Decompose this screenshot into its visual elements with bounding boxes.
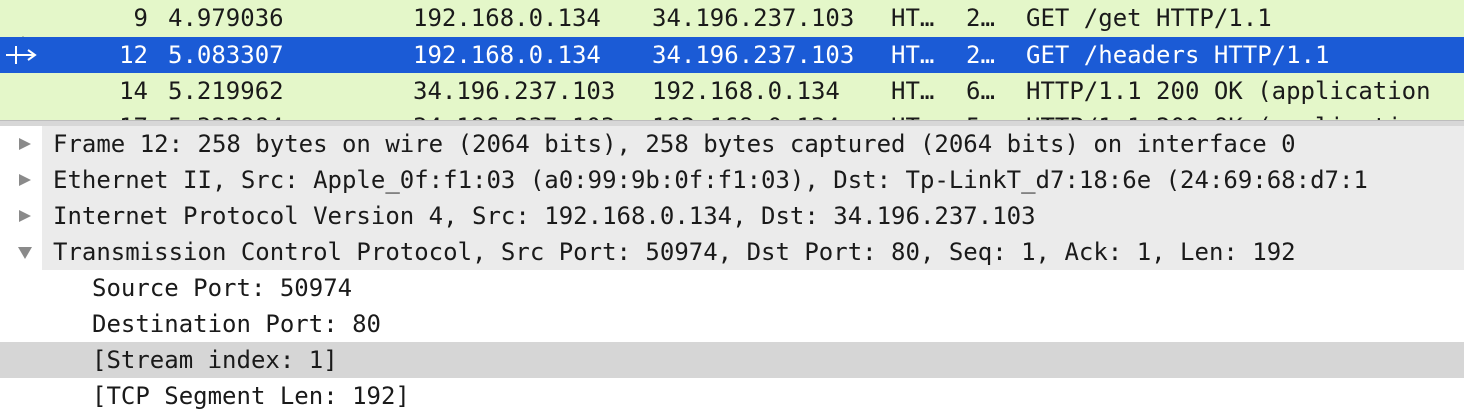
packet-no: 9 bbox=[133, 4, 148, 32]
packet-destination: 192.168.0.134 bbox=[652, 77, 840, 105]
triangle-right-icon[interactable] bbox=[14, 126, 36, 162]
triangle-right-icon[interactable] bbox=[14, 162, 36, 198]
tree-item-tcp[interactable]: Transmission Control Protocol, Src Port:… bbox=[0, 234, 1464, 270]
tree-item-ethernet[interactable]: Ethernet II, Src: Apple_0f:f1:03 (a0:99:… bbox=[0, 162, 1464, 198]
packet-row-selected[interactable]: 12 5.083307 192.168.0.134 34.196.237.103… bbox=[0, 37, 1464, 73]
packet-destination: 192.168.0.134 bbox=[652, 109, 888, 120]
tree-item-label: Transmission Control Protocol, Src Port:… bbox=[53, 238, 1296, 266]
tree-item-stream-index[interactable]: [Stream index: 1] bbox=[0, 342, 1464, 378]
packet-no: 12 bbox=[119, 41, 148, 69]
packet-length: 6… bbox=[966, 77, 995, 105]
tree-item-label: Frame 12: 258 bytes on wire (2064 bits),… bbox=[53, 130, 1296, 158]
triangle-down-icon[interactable] bbox=[14, 234, 36, 270]
packet-details-tree[interactable]: Frame 12: 258 bytes on wire (2064 bits),… bbox=[0, 126, 1464, 414]
tree-item-label: Destination Port: 80 bbox=[92, 310, 381, 338]
packet-list[interactable]: 9 4.979036 192.168.0.134 34.196.237.103 … bbox=[0, 0, 1464, 120]
packet-protocol: HT… bbox=[891, 4, 935, 32]
packet-row[interactable]: 17 5.323984 34.196.237.103 192.168.0.134… bbox=[0, 109, 1464, 120]
packet-time: 5.323984 bbox=[168, 109, 398, 120]
packet-info: GET /get HTTP/1.1 bbox=[1026, 4, 1272, 32]
tree-item-label: [Stream index: 1] bbox=[92, 346, 338, 374]
packet-time: 5.219962 bbox=[168, 77, 284, 105]
tree-item-label: Ethernet II, Src: Apple_0f:f1:03 (a0:99:… bbox=[53, 166, 1368, 194]
tree-item-label: [TCP Segment Len: 192] bbox=[92, 382, 410, 410]
tree-item-frame[interactable]: Frame 12: 258 bytes on wire (2064 bits),… bbox=[0, 126, 1464, 162]
packet-source: 34.196.237.103 bbox=[413, 77, 616, 105]
packet-source: 34.196.237.103 bbox=[413, 109, 643, 120]
packet-row[interactable]: 9 4.979036 192.168.0.134 34.196.237.103 … bbox=[0, 0, 1464, 36]
packet-source: 192.168.0.134 bbox=[413, 4, 601, 32]
packet-length: 2… bbox=[966, 41, 995, 69]
tree-item-destination-port[interactable]: Destination Port: 80 bbox=[0, 306, 1464, 342]
packet-destination: 34.196.237.103 bbox=[652, 41, 855, 69]
packet-length: 5… bbox=[966, 109, 1011, 120]
packet-info: GET /headers HTTP/1.1 bbox=[1026, 41, 1330, 69]
tree-item-ip[interactable]: Internet Protocol Version 4, Src: 192.16… bbox=[0, 198, 1464, 234]
packet-time: 5.083307 bbox=[168, 41, 284, 69]
selection-arrow-icon bbox=[6, 46, 37, 64]
packet-info: HTTP/1.1 200 OK (application bbox=[1026, 77, 1431, 105]
packet-protocol: HT… bbox=[891, 41, 935, 69]
packet-no: 14 bbox=[119, 77, 148, 105]
packet-protocol: HT… bbox=[891, 77, 935, 105]
packet-info: HTTP/1.1 200 OK (application bbox=[1026, 109, 1464, 120]
packet-no: 17 bbox=[40, 109, 148, 120]
packet-row[interactable]: 14 5.219962 34.196.237.103 192.168.0.134… bbox=[0, 73, 1464, 109]
packet-length: 2… bbox=[966, 4, 995, 32]
packet-destination: 34.196.237.103 bbox=[652, 4, 855, 32]
tree-item-source-port[interactable]: Source Port: 50974 bbox=[0, 270, 1464, 306]
packet-source: 192.168.0.134 bbox=[413, 41, 601, 69]
packet-protocol: HT… bbox=[891, 109, 951, 120]
packet-time: 4.979036 bbox=[168, 4, 284, 32]
tree-item-segment-len[interactable]: [TCP Segment Len: 192] bbox=[0, 378, 1464, 414]
triangle-right-icon[interactable] bbox=[14, 198, 36, 234]
tree-item-label: Internet Protocol Version 4, Src: 192.16… bbox=[53, 202, 1036, 230]
tree-item-label: Source Port: 50974 bbox=[92, 274, 353, 302]
